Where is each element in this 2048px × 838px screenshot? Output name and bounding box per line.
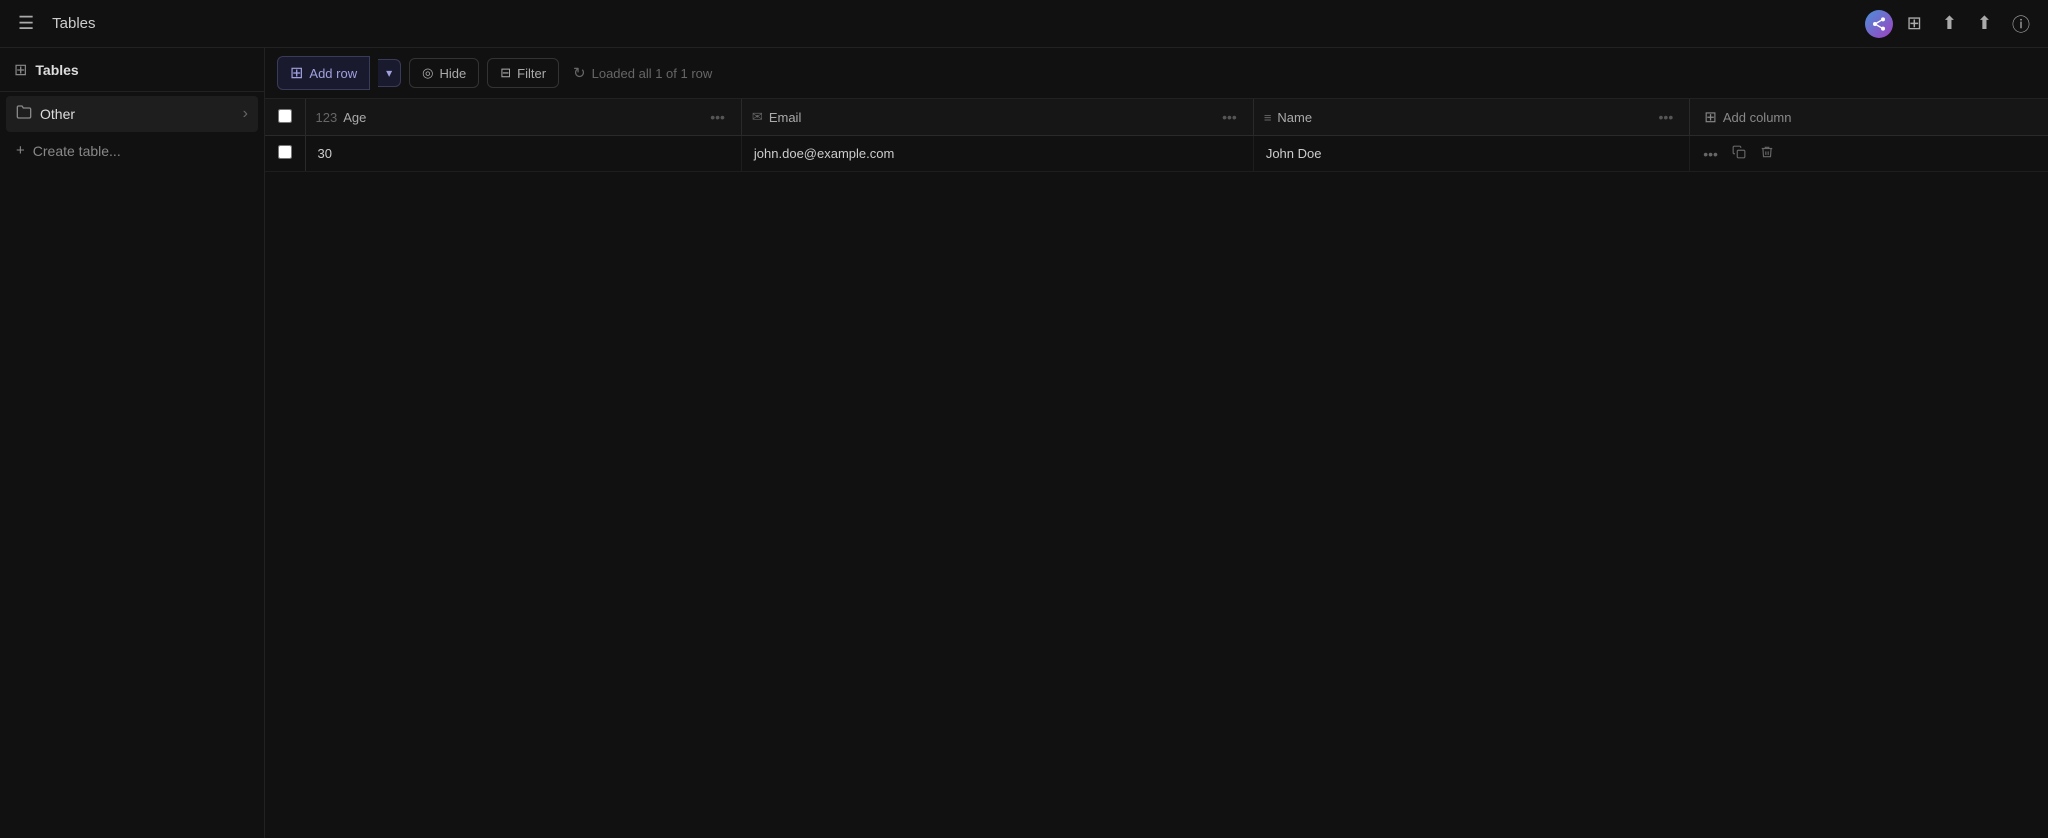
hide-label: Hide (439, 66, 466, 81)
row-name-cell: John Doe (1253, 136, 1689, 172)
row-delete-button[interactable] (1757, 142, 1777, 165)
row-actions: ••• (1700, 142, 2038, 165)
email-column-label: Email (769, 110, 802, 125)
email-column-more[interactable]: ••• (1216, 107, 1243, 127)
create-table-label: Create table... (33, 143, 121, 159)
header-checkbox-col (265, 99, 305, 136)
toolbar: ⊞ Add row ▾ ◎ Hide ⊟ Filter ↻ Loaded all… (265, 48, 2048, 99)
sidebar-other-label: Other (40, 106, 235, 122)
topbar: ☰ Tables ⊞ ⬆ ⬆ ⓘ (0, 0, 2048, 48)
info-button[interactable]: ⓘ (2006, 5, 2036, 43)
add-row-icon: ⊞ (290, 63, 303, 83)
view-toggle-icon: ⊞ (1907, 13, 1922, 34)
add-column-icon: ⊞ (1704, 108, 1717, 126)
content-area: ⊞ Add row ▾ ◎ Hide ⊟ Filter ↻ Loaded all… (265, 48, 2048, 838)
row-email-cell: john.doe@example.com (741, 136, 1253, 172)
export-button[interactable]: ⬆ (1936, 7, 1963, 40)
row-actions-cell: ••• (1690, 136, 2048, 172)
row-checkbox-cell (265, 136, 305, 172)
add-column-button[interactable]: ⊞ Add column (1690, 100, 1805, 134)
header-name: ≡ Name ••• (1253, 99, 1689, 136)
sidebar-header-label: Tables (35, 62, 78, 78)
table-wrapper: 123 Age ••• ✉ Email ••• (265, 99, 2048, 838)
topbar-left: ☰ Tables (12, 7, 96, 40)
table-header-row: 123 Age ••• ✉ Email ••• (265, 99, 2048, 136)
hide-icon: ◎ (422, 65, 433, 81)
name-column-more[interactable]: ••• (1653, 107, 1680, 127)
filter-icon: ⊟ (500, 65, 511, 81)
export-icon: ⬆ (1942, 13, 1957, 34)
data-table: 123 Age ••• ✉ Email ••• (265, 99, 2048, 172)
view-toggle-button[interactable]: ⊞ (1901, 7, 1928, 40)
sidebar: ⊞ Tables Other › + Create table... (0, 48, 265, 838)
share-button[interactable]: ⬆ (1971, 7, 1998, 40)
filter-button[interactable]: ⊟ Filter (487, 58, 559, 88)
row-checkbox[interactable] (278, 145, 292, 159)
table-body: 30 john.doe@example.com John Doe ••• (265, 136, 2048, 172)
folder-icon (16, 104, 32, 124)
name-type-icon: ≡ (1264, 110, 1272, 125)
topbar-right: ⊞ ⬆ ⬆ ⓘ (1865, 5, 2036, 43)
create-table-button[interactable]: + Create table... (6, 134, 258, 167)
tables-label: Tables (52, 15, 95, 32)
age-column-label: Age (343, 110, 366, 125)
row-more-button[interactable]: ••• (1700, 143, 1721, 165)
row-age-cell: 30 (305, 136, 741, 172)
refresh-icon: ↻ (573, 64, 586, 82)
filter-label: Filter (517, 66, 546, 81)
sidebar-item-other[interactable]: Other › (6, 96, 258, 132)
name-column-label: Name (1277, 110, 1312, 125)
add-row-caret-button[interactable]: ▾ (378, 59, 401, 87)
age-type-icon: 123 (316, 110, 338, 125)
row-copy-button[interactable] (1729, 142, 1749, 165)
plus-icon: + (16, 142, 25, 159)
chevron-right-icon: › (243, 105, 248, 123)
age-column-more[interactable]: ••• (704, 107, 731, 127)
header-email: ✉ Email ••• (741, 99, 1253, 136)
sidebar-header: ⊞ Tables (0, 48, 264, 92)
select-all-checkbox[interactable] (278, 109, 292, 123)
share-icon: ⬆ (1977, 13, 1992, 34)
header-age: 123 Age ••• (305, 99, 741, 136)
menu-button[interactable]: ☰ (12, 7, 40, 40)
email-type-icon: ✉ (752, 109, 763, 125)
info-icon: ⓘ (2012, 11, 2030, 37)
status-text: ↻ Loaded all 1 of 1 row (573, 64, 712, 82)
caret-down-icon: ▾ (386, 66, 392, 80)
sidebar-tables-icon: ⊞ (14, 60, 27, 80)
brand-icon (1865, 10, 1893, 38)
main-area: ⊞ Tables Other › + Create table... ⊞ Add… (0, 48, 2048, 838)
menu-icon: ☰ (18, 13, 34, 34)
add-row-button[interactable]: ⊞ Add row (277, 56, 370, 90)
hide-button[interactable]: ◎ Hide (409, 58, 479, 88)
table-row[interactable]: 30 john.doe@example.com John Doe ••• (265, 136, 2048, 172)
add-column-label: Add column (1723, 110, 1792, 125)
status-message: Loaded all 1 of 1 row (592, 66, 713, 81)
add-row-label: Add row (309, 66, 357, 81)
header-add-column: ⊞ Add column (1690, 99, 2048, 136)
